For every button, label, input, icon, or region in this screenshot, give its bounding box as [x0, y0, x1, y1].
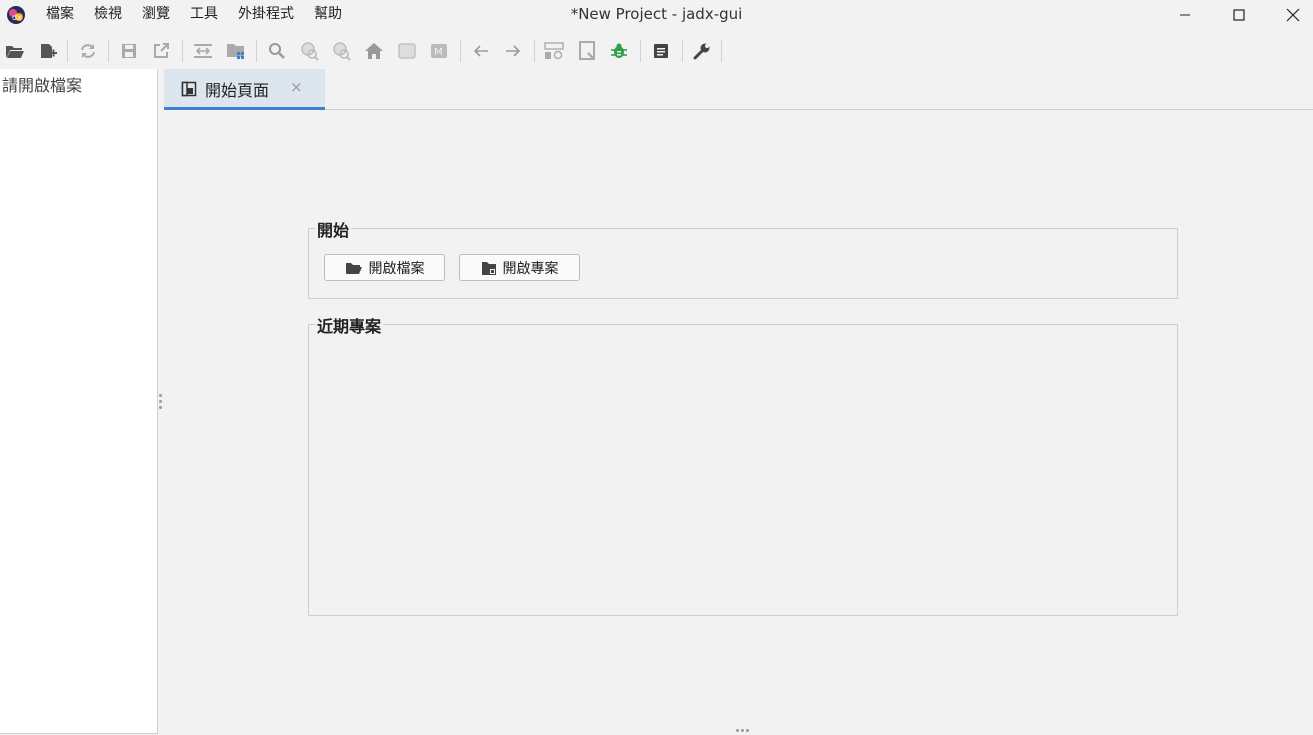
- open-file-hint: 請開啟檔案: [2, 76, 83, 95]
- svg-text:dx: dx: [12, 13, 22, 22]
- start-page-icon: [181, 81, 197, 97]
- deobfuscation-icon[interactable]: [544, 41, 564, 61]
- project-folder-icon: [481, 261, 496, 275]
- open-folder-icon: [345, 262, 362, 274]
- toolbar: M: [0, 34, 1313, 68]
- export-icon[interactable]: [151, 41, 171, 61]
- recent-projects-group: 近期專案: [308, 313, 1178, 616]
- debug-bug-icon[interactable]: [609, 41, 629, 61]
- maximize-icon: [1233, 9, 1245, 21]
- toolbar-separator: [460, 40, 461, 62]
- flatten-packages-icon[interactable]: [226, 41, 246, 61]
- toolbar-separator: [534, 40, 535, 62]
- tab-start-page[interactable]: 開始頁面 ×: [164, 69, 325, 110]
- mapping-icon[interactable]: M: [429, 41, 449, 61]
- jadx-logo-icon: dx: [6, 5, 26, 25]
- back-arrow-icon[interactable]: [471, 41, 491, 61]
- save-icon[interactable]: [119, 41, 139, 61]
- log-icon[interactable]: [651, 41, 671, 61]
- open-project-button[interactable]: 開啟專案: [459, 254, 580, 281]
- maximize-button[interactable]: [1212, 0, 1266, 30]
- menu-bar: 檔案 檢視 瀏覽 工具 外掛程式 幫助: [36, 0, 352, 30]
- toolbar-separator: [682, 40, 683, 62]
- menu-help[interactable]: 幫助: [304, 0, 352, 30]
- toolbar-separator: [721, 40, 722, 62]
- menu-view[interactable]: 檢視: [84, 0, 132, 30]
- title-bar: dx 檔案 檢視 瀏覽 工具 外掛程式 幫助 *New Project - ja…: [0, 0, 1313, 30]
- preferences-wrench-icon[interactable]: [692, 41, 712, 61]
- bottom-split-divider[interactable]: [736, 729, 749, 732]
- tab-label: 開始頁面: [205, 81, 270, 100]
- menu-file[interactable]: 檔案: [36, 0, 84, 30]
- minimize-button[interactable]: [1158, 0, 1212, 30]
- open-project-label: 開啟專案: [502, 260, 559, 277]
- menu-navigation[interactable]: 瀏覽: [132, 0, 180, 30]
- find-class-icon[interactable]: [300, 41, 320, 61]
- recent-projects-title: 近期專案: [315, 313, 384, 337]
- forward-arrow-icon[interactable]: [503, 41, 523, 61]
- search-icon[interactable]: [267, 41, 287, 61]
- home-icon[interactable]: [364, 41, 384, 61]
- start-group-title: 開始: [315, 217, 352, 241]
- sync-icon[interactable]: [193, 41, 213, 61]
- add-files-icon[interactable]: [38, 41, 58, 61]
- split-pane-divider[interactable]: [159, 394, 163, 412]
- reload-icon[interactable]: [78, 41, 98, 61]
- close-window-button[interactable]: [1266, 0, 1313, 30]
- quick-preview-icon[interactable]: [577, 41, 597, 61]
- toolbar-separator: [256, 40, 257, 62]
- menu-tools[interactable]: 工具: [180, 0, 228, 30]
- toolbar-separator: [640, 40, 641, 62]
- open-file-label: 開啟檔案: [368, 260, 425, 277]
- toolbar-separator: [67, 40, 68, 62]
- tab-close-icon[interactable]: ×: [290, 78, 303, 96]
- minimize-icon: [1180, 14, 1190, 16]
- open-file-button[interactable]: 開啟檔案: [324, 254, 445, 281]
- find-usage-icon[interactable]: [332, 41, 352, 61]
- project-tree-panel[interactable]: 請開啟檔案: [0, 69, 158, 734]
- open-folder-icon[interactable]: [5, 41, 25, 61]
- menu-plugins[interactable]: 外掛程式: [228, 0, 304, 30]
- close-icon: [1286, 8, 1300, 22]
- svg-text:M: M: [434, 47, 443, 58]
- recent-projects-list[interactable]: [309, 335, 1177, 615]
- toolbar-separator: [108, 40, 109, 62]
- start-group: 開始 開啟檔案 開啟專案: [308, 217, 1178, 299]
- tab-strip: 開始頁面 ×: [164, 69, 1313, 110]
- toolbar-separator: [182, 40, 183, 62]
- frame-icon[interactable]: [397, 41, 417, 61]
